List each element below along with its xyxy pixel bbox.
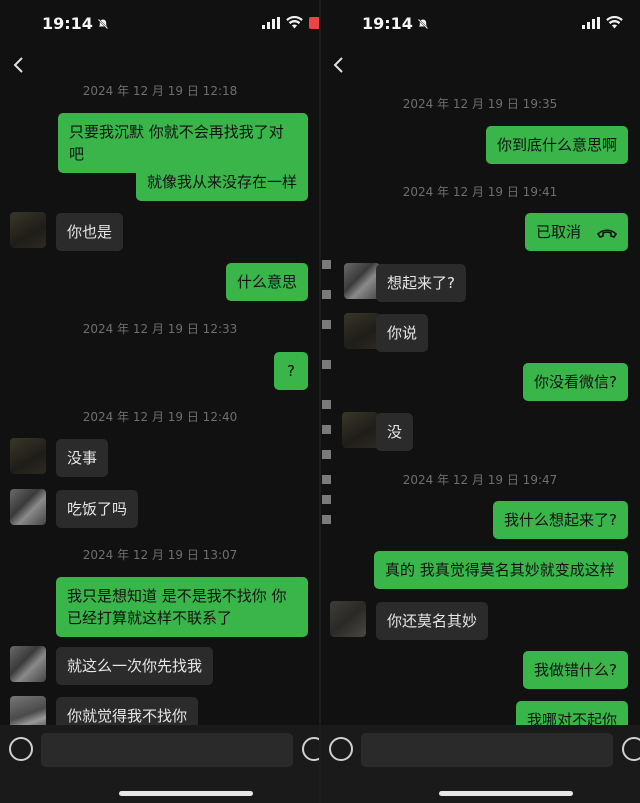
sent-message[interactable]: 真的 我真觉得莫名其妙就变成这样: [374, 551, 628, 589]
contact-avatar[interactable]: [10, 646, 46, 682]
message-timestamp: 2024 年 12 月 19 日 12:18: [82, 84, 238, 98]
input-toolbar: [0, 725, 320, 803]
emoji-icon[interactable]: [302, 737, 320, 761]
contact-avatar[interactable]: [330, 601, 366, 637]
contact-avatar[interactable]: [10, 212, 46, 248]
received-message[interactable]: 你也是: [56, 213, 124, 251]
status-bar: 19:14: [320, 0, 640, 46]
received-message[interactable]: 吃饭了吗: [56, 490, 139, 528]
cancelled-call-message[interactable]: 已取消: [524, 213, 628, 251]
status-time: 19:14: [42, 14, 93, 33]
status-bar: 19:14: [0, 0, 320, 46]
sent-message[interactable]: 什么意思: [225, 263, 308, 301]
mute-bell-icon: [417, 18, 429, 29]
home-indicator: [439, 791, 573, 796]
mute-bell-icon: [97, 18, 109, 29]
voice-input-icon[interactable]: [329, 737, 353, 761]
received-message[interactable]: 没事: [56, 439, 109, 477]
wifi-icon: [286, 16, 303, 29]
sent-message[interactable]: 就像我从来没存在一样: [136, 163, 308, 201]
sent-message[interactable]: 你没看微信?: [523, 363, 628, 401]
home-indicator: [119, 791, 253, 796]
received-message[interactable]: 你还莫名其妙: [376, 602, 489, 640]
sent-message[interactable]: 你到底什么意思啊: [485, 126, 628, 164]
hang-up-phone-icon: [597, 228, 617, 238]
message-timestamp: 2024 年 12 月 19 日 12:33: [82, 322, 238, 336]
contact-avatar[interactable]: [342, 412, 378, 448]
sent-message[interactable]: ?: [274, 352, 308, 390]
status-time: 19:14: [362, 14, 413, 33]
chat-nav-bar: [0, 46, 320, 84]
message-timestamp: 2024 年 12 月 19 日 19:47: [402, 473, 558, 487]
back-chevron-icon[interactable]: [12, 56, 24, 74]
sent-message[interactable]: 我什么想起来了?: [493, 501, 628, 539]
sent-message[interactable]: 我做错什么?: [523, 651, 628, 689]
back-chevron-icon[interactable]: [332, 56, 344, 74]
contact-avatar[interactable]: [344, 263, 380, 299]
contact-avatar[interactable]: [10, 438, 46, 474]
cell-signal-icon: [262, 17, 280, 29]
cell-signal-icon: [582, 17, 600, 29]
chat-nav-bar: [320, 46, 640, 84]
received-message[interactable]: 没: [376, 413, 414, 451]
emoji-icon[interactable]: [622, 737, 640, 761]
received-message[interactable]: 想起来了?: [376, 264, 466, 302]
panel-divider: [319, 0, 321, 803]
received-message[interactable]: 就这么一次你先找我: [56, 647, 214, 685]
message-input[interactable]: [41, 733, 293, 767]
contact-avatar[interactable]: [10, 489, 46, 525]
message-timestamp: 2024 年 12 月 19 日 19:41: [402, 185, 558, 199]
voice-input-icon[interactable]: [9, 737, 33, 761]
input-toolbar: [320, 725, 640, 803]
message-timestamp: 2024 年 12 月 19 日 13:07: [82, 548, 238, 562]
contact-avatar[interactable]: [344, 313, 380, 349]
wifi-icon: [606, 16, 623, 29]
received-message[interactable]: 你说: [376, 314, 429, 352]
chat-screenshot-left: 19:14 2024 年 12 月 19 日 12:18 只要我沉默 你就不会再…: [0, 0, 320, 803]
call-status-label: 已取消: [535, 223, 581, 241]
message-timestamp: 2024 年 12 月 19 日 12:40: [82, 410, 238, 424]
message-input[interactable]: [361, 733, 613, 767]
chat-screenshot-right: 19:14 2024 年 12 月 19 日 19:35 你到底什么意思啊 20…: [320, 0, 640, 803]
message-timestamp: 2024 年 12 月 19 日 19:35: [402, 97, 558, 111]
sent-message[interactable]: 我只是想知道 是不是我不找你 你已经打算就这样不联系了: [56, 577, 308, 637]
